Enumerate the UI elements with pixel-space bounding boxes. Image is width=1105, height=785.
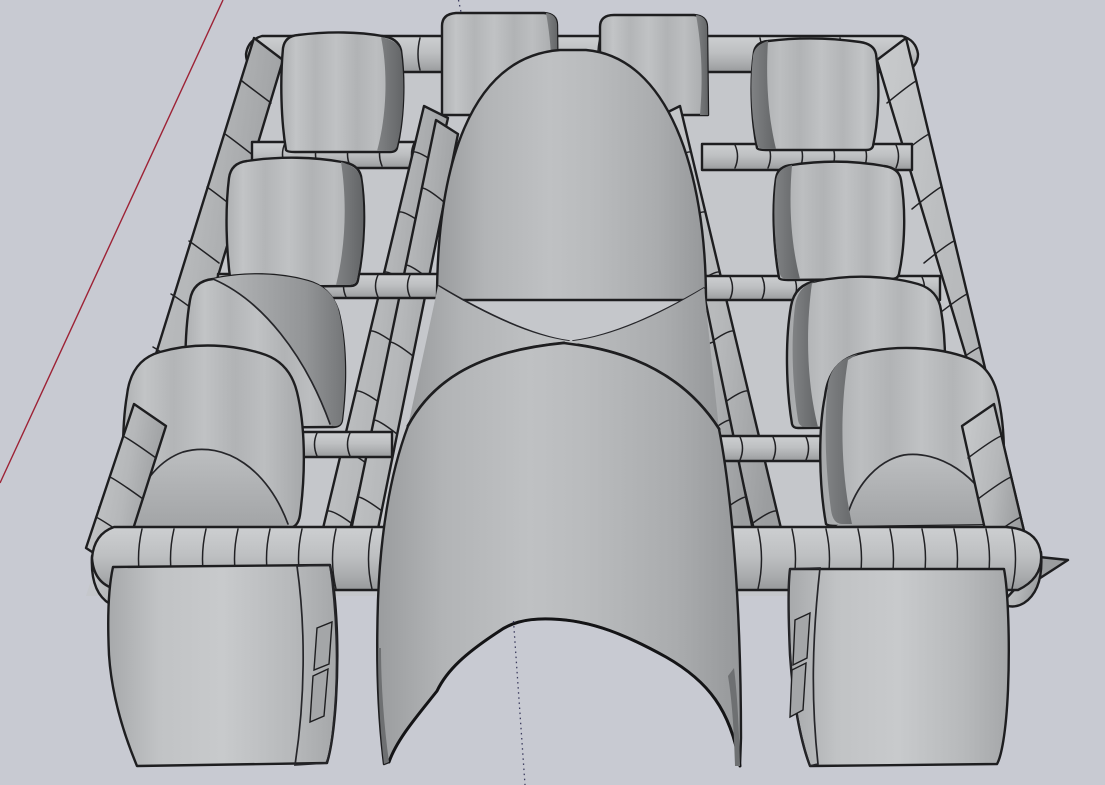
cylinder-mid-left[interactable] bbox=[227, 158, 365, 287]
cylinder-back-right[interactable] bbox=[751, 38, 878, 150]
model-viewport[interactable] bbox=[0, 0, 1105, 785]
wheel-front-left[interactable] bbox=[108, 565, 337, 766]
viewport-canvas[interactable] bbox=[0, 0, 1105, 785]
wheel-front-right[interactable] bbox=[789, 568, 1009, 766]
cylinder-back-left[interactable] bbox=[281, 32, 403, 152]
cylinder-mid-right[interactable] bbox=[774, 162, 905, 280]
